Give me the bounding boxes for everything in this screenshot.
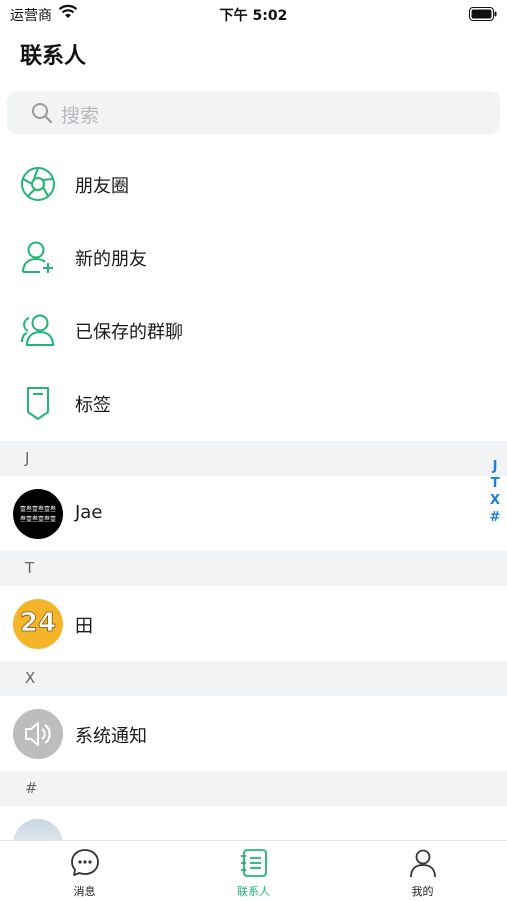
index-letter[interactable]: X bbox=[488, 492, 502, 509]
clock-time: 下午 5:02 bbox=[219, 8, 288, 24]
contact-name: 田 bbox=[75, 616, 93, 637]
section-letter: T bbox=[25, 559, 35, 577]
alphabet-index[interactable]: J T X # bbox=[488, 458, 502, 526]
svg-text:壹叁壹叁壹叁: 壹叁壹叁壹叁 bbox=[20, 505, 56, 513]
tag-icon bbox=[20, 385, 56, 421]
contacts-book-icon bbox=[238, 847, 270, 879]
contact-name: Jae bbox=[75, 502, 103, 523]
tab-me[interactable]: 我的 bbox=[338, 841, 507, 901]
chat-bubble-icon bbox=[69, 847, 101, 879]
section-header-hash: # bbox=[0, 771, 507, 806]
index-letter[interactable]: J bbox=[488, 458, 502, 475]
svg-text:24: 24 bbox=[20, 608, 56, 638]
search-bar[interactable]: 搜索 bbox=[7, 91, 500, 134]
search-icon bbox=[30, 101, 54, 129]
page-title: 联系人 bbox=[20, 44, 87, 69]
section-header-t: T bbox=[0, 551, 507, 586]
contact-name: 系统通知 bbox=[75, 726, 147, 747]
index-letter[interactable]: # bbox=[488, 509, 502, 526]
tab-label: 消息 bbox=[73, 885, 96, 898]
saved-groups-label: 已保存的群聊 bbox=[75, 322, 183, 343]
avatar: 24 bbox=[13, 599, 63, 649]
status-bar: 运营商 下午 5:02 bbox=[0, 0, 507, 30]
section-header-x: X bbox=[0, 661, 507, 696]
svg-text:叁壹叁壹叁壹: 叁壹叁壹叁壹 bbox=[20, 515, 56, 523]
avatar: 壹叁壹叁壹叁 叁壹叁壹叁壹 bbox=[13, 489, 63, 539]
moments-entry[interactable]: 朋友圈 bbox=[0, 148, 507, 221]
contact-row[interactable]: 系统通知 bbox=[0, 696, 507, 771]
new-friends-label: 新的朋友 bbox=[75, 249, 147, 270]
new-friends-entry[interactable]: 新的朋友 bbox=[0, 221, 507, 294]
person-icon bbox=[407, 847, 439, 879]
section-letter: X bbox=[25, 669, 36, 687]
contact-row[interactable]: 24 田 bbox=[0, 586, 507, 661]
contact-row[interactable]: 壹叁壹叁壹叁 叁壹叁壹叁壹 Jae bbox=[0, 476, 507, 551]
group-icon bbox=[20, 312, 56, 348]
shutter-icon bbox=[20, 166, 56, 202]
tags-entry[interactable]: 标签 bbox=[0, 367, 507, 440]
tab-contacts[interactable]: 联系人 bbox=[169, 841, 338, 901]
tab-label: 联系人 bbox=[237, 885, 270, 898]
saved-groups-entry[interactable]: 已保存的群聊 bbox=[0, 294, 507, 367]
index-letter[interactable]: T bbox=[488, 475, 502, 492]
add-friend-icon bbox=[20, 239, 56, 275]
moments-label: 朋友圈 bbox=[75, 176, 129, 197]
tab-bar: 消息 联系人 我的 bbox=[0, 840, 507, 901]
battery-icon bbox=[469, 6, 497, 25]
tab-label: 我的 bbox=[411, 885, 434, 898]
section-letter: # bbox=[25, 779, 38, 797]
tags-label: 标签 bbox=[75, 395, 111, 416]
section-letter: J bbox=[25, 449, 30, 467]
search-placeholder: 搜索 bbox=[61, 105, 100, 127]
tab-messages[interactable]: 消息 bbox=[0, 841, 169, 901]
speaker-icon bbox=[13, 709, 63, 759]
section-header-j: J bbox=[0, 441, 507, 476]
